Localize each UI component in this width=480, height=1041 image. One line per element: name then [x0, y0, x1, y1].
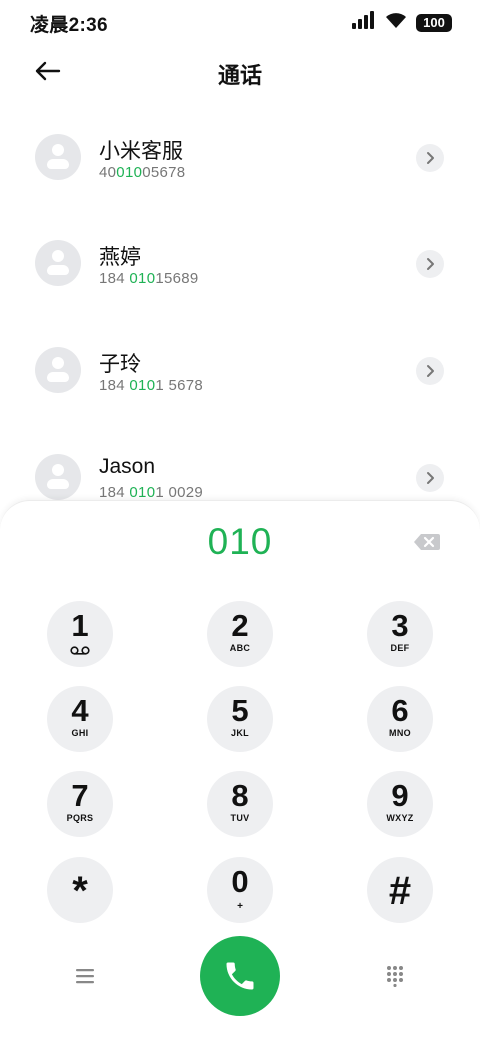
- contact-detail-button[interactable]: [416, 144, 444, 172]
- voicemail-icon: [70, 646, 90, 655]
- contact-name: 小米客服: [99, 140, 183, 163]
- contact-list[interactable]: 小米客服 4001005678 燕婷 184 01015689 子玲 184 0…: [0, 104, 480, 500]
- key-8[interactable]: 8 TUV: [207, 771, 273, 837]
- header: 通话: [0, 44, 480, 100]
- wifi-icon: [384, 11, 408, 34]
- chevron-right-icon: [427, 472, 434, 484]
- contact-row[interactable]: 子玲 184 0101 5678: [0, 317, 480, 423]
- key-hash[interactable]: #: [367, 857, 433, 923]
- chevron-right-icon: [427, 258, 434, 270]
- avatar-icon: [35, 240, 81, 286]
- avatar-icon: [35, 134, 81, 180]
- backspace-icon: [414, 534, 440, 550]
- chevron-right-icon: [427, 365, 434, 377]
- status-icons: 100: [352, 11, 452, 34]
- contact-number: 4001005678: [99, 164, 186, 181]
- key-star[interactable]: *: [47, 857, 113, 923]
- status-bar: 凌晨2:36 100: [0, 0, 480, 44]
- dialpad-toggle-button[interactable]: [380, 961, 410, 991]
- contact-number: 184 01015689: [99, 270, 199, 287]
- contact-row[interactable]: 小米客服 4001005678: [0, 104, 480, 210]
- contact-row[interactable]: Jason 184 0101 0029: [0, 424, 480, 500]
- key-3[interactable]: 3 DEF: [367, 601, 433, 667]
- status-time: 凌晨2:36: [30, 15, 108, 36]
- contact-name: 子玲: [99, 353, 141, 376]
- contact-name: Jason: [99, 455, 156, 478]
- call-button[interactable]: [200, 936, 280, 1016]
- key-5[interactable]: 5 JKL: [207, 686, 273, 752]
- key-9[interactable]: 9 WXYZ: [367, 771, 433, 837]
- page-title: 通话: [217, 63, 262, 88]
- contact-number: 184 0101 5678: [99, 377, 204, 394]
- key-6[interactable]: 6 MNO: [367, 686, 433, 752]
- menu-button[interactable]: [70, 961, 100, 991]
- avatar-icon: [35, 454, 81, 500]
- key-2[interactable]: 2 ABC: [207, 601, 273, 667]
- contact-detail-button[interactable]: [416, 250, 444, 278]
- key-1[interactable]: 1: [47, 601, 113, 667]
- dialpad-panel: 010 1 2 ABC 3 DEF 4 GHI 5 JKL 6 MNO 7 PQ…: [0, 500, 480, 1041]
- contact-detail-button[interactable]: [416, 464, 444, 492]
- backspace-button[interactable]: [412, 531, 442, 553]
- menu-icon: [76, 969, 94, 984]
- contact-detail-button[interactable]: [416, 357, 444, 385]
- battery-icon: 100: [416, 13, 452, 32]
- key-7[interactable]: 7 PQRS: [47, 771, 113, 837]
- phone-icon: [226, 962, 254, 990]
- contact-number: 184 0101 0029: [99, 484, 204, 500]
- key-4[interactable]: 4 GHI: [47, 686, 113, 752]
- chevron-right-icon: [427, 152, 434, 164]
- signal-icon: [352, 11, 376, 34]
- contact-name: 燕婷: [99, 246, 141, 269]
- dialpad-icon: [387, 966, 403, 987]
- dialed-number: 010: [207, 521, 273, 562]
- key-0[interactable]: 0 +: [207, 857, 273, 923]
- avatar-icon: [35, 347, 81, 393]
- contact-row[interactable]: 燕婷 184 01015689: [0, 210, 480, 316]
